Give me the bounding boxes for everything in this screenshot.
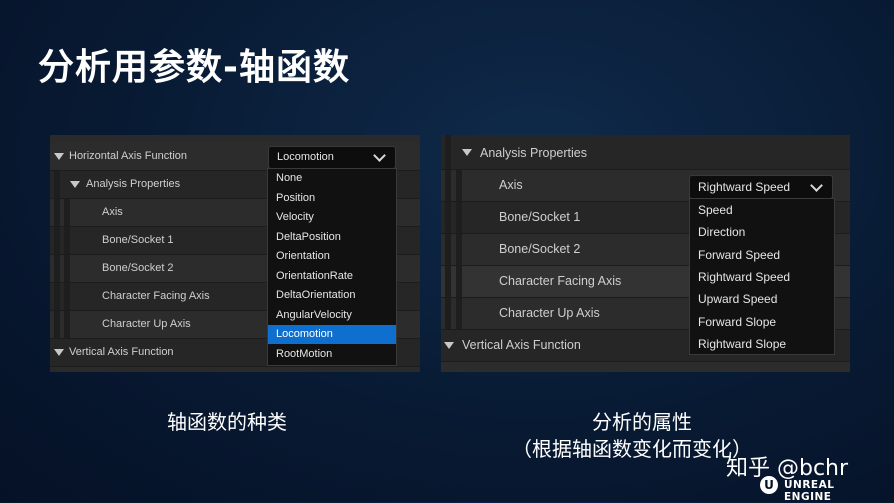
dropdown-option-deltaposition[interactable]: DeltaPosition xyxy=(268,228,396,247)
left-details-panel: Horizontal Axis Function Analysis Proper… xyxy=(50,135,420,372)
row-label: Bone/Socket 2 xyxy=(499,242,581,256)
right-details-panel: Analysis Properties Axis Bone/Socket 1 B… xyxy=(441,135,850,372)
slide-title: 分析用参数-轴函数 xyxy=(38,47,350,88)
expand-arrow-icon[interactable] xyxy=(54,349,64,356)
row-label: Analysis Properties xyxy=(86,178,181,190)
indent-guide xyxy=(64,283,70,310)
row-label: Vertical Axis Function xyxy=(69,346,174,358)
expand-arrow-icon[interactable] xyxy=(70,181,80,188)
indent-guide xyxy=(445,135,451,169)
unreal-engine-logo: U UNREAL ENGINE xyxy=(760,476,884,503)
indent-guide xyxy=(456,234,462,265)
axis-function-dropdown: None Position Velocity DeltaPosition Ori… xyxy=(267,168,397,366)
indent-guide xyxy=(456,266,462,297)
row-label: Axis xyxy=(102,206,123,218)
indent-guide xyxy=(456,298,462,329)
indent-guide xyxy=(64,311,70,338)
dropdown-option-direction[interactable]: Direction xyxy=(690,221,834,243)
indent-guide xyxy=(54,227,60,254)
row-label: Axis xyxy=(499,178,523,192)
expand-arrow-icon[interactable] xyxy=(462,149,472,156)
row-label: Character Up Axis xyxy=(499,306,600,320)
caption-right-line2: （根据轴函数变化而变化） xyxy=(512,437,752,461)
row-label: Analysis Properties xyxy=(480,146,587,160)
indent-guide xyxy=(54,199,60,226)
indent-guide xyxy=(54,171,60,198)
indent-guide xyxy=(456,202,462,233)
indent-guide xyxy=(54,283,60,310)
row-label: Bone/Socket 1 xyxy=(102,234,174,246)
row-partial xyxy=(441,362,850,372)
indent-guide xyxy=(445,202,451,233)
indent-guide xyxy=(445,266,451,297)
dropdown-option-velocity[interactable]: Velocity xyxy=(268,208,396,227)
dropdown-option-forward-slope[interactable]: Forward Slope xyxy=(690,311,834,333)
chevron-down-icon xyxy=(373,149,386,162)
axis-function-combo[interactable]: Locomotion xyxy=(268,146,396,169)
dropdown-option-upward-speed[interactable]: Upward Speed xyxy=(690,288,834,310)
dropdown-option-speed[interactable]: Speed xyxy=(690,199,834,221)
dropdown-option-none[interactable]: None xyxy=(268,169,396,188)
dropdown-option-rightward-speed[interactable]: Rightward Speed xyxy=(690,266,834,288)
dropdown-option-locomotion[interactable]: Locomotion xyxy=(268,325,396,344)
combo-value: Rightward Speed xyxy=(698,180,791,194)
combo-value: Locomotion xyxy=(277,151,334,163)
axis-combo[interactable]: Rightward Speed xyxy=(689,175,833,199)
dropdown-option-rightward-slope[interactable]: Rightward Slope xyxy=(690,333,834,355)
row-label: Bone/Socket 1 xyxy=(499,210,581,224)
row-label: Character Facing Axis xyxy=(102,290,210,302)
row-label: Vertical Axis Function xyxy=(462,338,581,352)
indent-guide xyxy=(64,227,70,254)
dropdown-option-orientationrate[interactable]: OrientationRate xyxy=(268,267,396,286)
dropdown-option-forward-speed[interactable]: Forward Speed xyxy=(690,244,834,266)
unreal-engine-wordmark: UNREAL ENGINE xyxy=(784,479,835,503)
expand-arrow-icon[interactable] xyxy=(54,153,64,160)
dropdown-option-angularvelocity[interactable]: AngularVelocity xyxy=(268,306,396,325)
caption-left: 轴函数的种类 xyxy=(167,410,287,434)
row-label: Character Facing Axis xyxy=(499,274,622,288)
dropdown-option-deltaorientation[interactable]: DeltaOrientation xyxy=(268,286,396,305)
axis-dropdown: Speed Direction Forward Speed Rightward … xyxy=(689,198,835,355)
indent-guide xyxy=(456,170,462,201)
indent-guide xyxy=(64,199,70,226)
caption-right-line1: 分析的属性 xyxy=(592,410,692,434)
chevron-down-icon xyxy=(810,179,823,192)
indent-guide xyxy=(445,298,451,329)
dropdown-option-position[interactable]: Position xyxy=(268,189,396,208)
row-analysis-properties[interactable]: Analysis Properties xyxy=(441,135,850,170)
indent-guide xyxy=(54,311,60,338)
indent-guide xyxy=(54,255,60,282)
expand-arrow-icon[interactable] xyxy=(444,342,454,349)
indent-guide xyxy=(445,234,451,265)
indent-guide xyxy=(445,170,451,201)
row-label: Character Up Axis xyxy=(102,318,191,330)
unreal-logo-icon: U xyxy=(760,476,778,494)
dropdown-option-rootmotion[interactable]: RootMotion xyxy=(268,345,396,364)
row-label: Bone/Socket 2 xyxy=(102,262,174,274)
row-label: Horizontal Axis Function xyxy=(69,150,187,162)
dropdown-option-orientation[interactable]: Orientation xyxy=(268,247,396,266)
indent-guide xyxy=(64,255,70,282)
